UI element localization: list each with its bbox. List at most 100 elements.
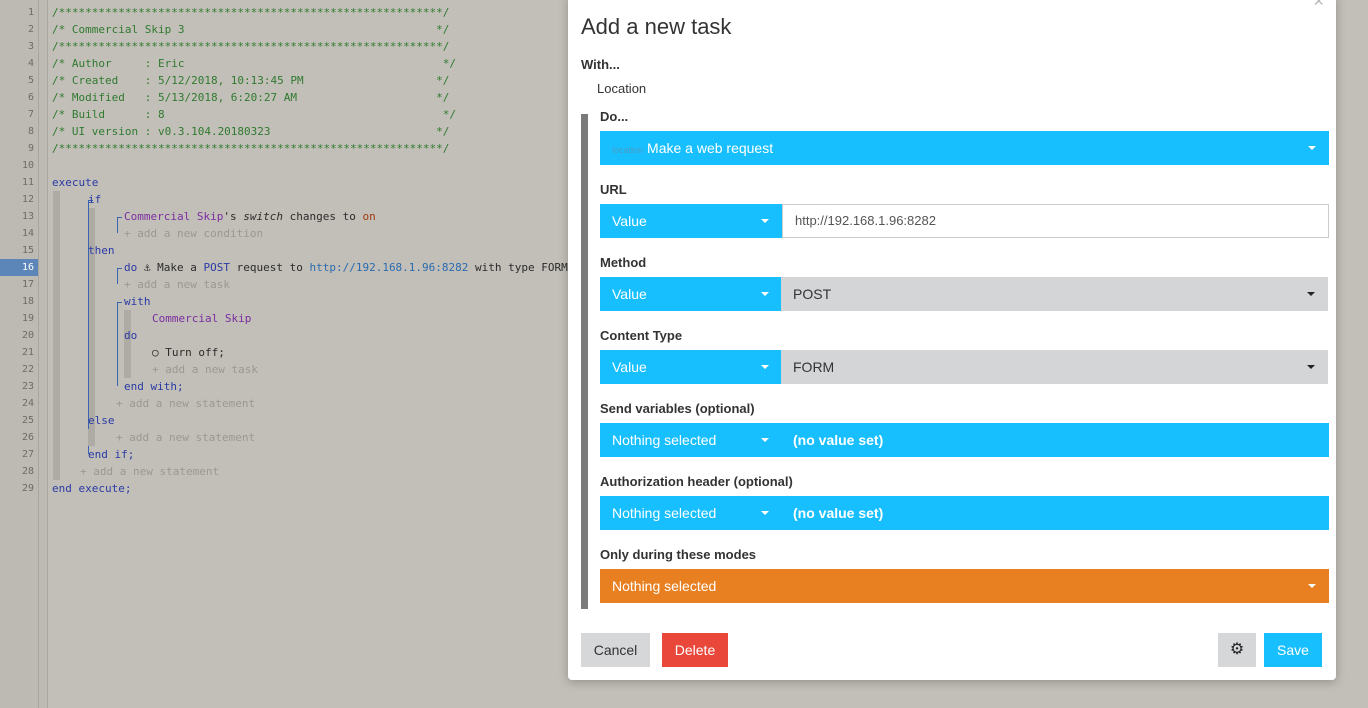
anchor-icon: ⚓ bbox=[143, 261, 151, 274]
add-condition-link[interactable]: + add a new condition bbox=[124, 225, 263, 242]
end-with-keyword: end with; bbox=[124, 380, 184, 393]
line-number: 15 bbox=[21, 245, 34, 256]
line-number: 3 bbox=[27, 41, 34, 52]
line-number: 27 bbox=[21, 449, 34, 460]
do-label: Do... bbox=[600, 109, 629, 124]
method-row: Value POST bbox=[600, 277, 1329, 311]
line-number: 28 bbox=[21, 466, 34, 477]
method-select[interactable]: POST bbox=[781, 277, 1328, 311]
line-number: 7 bbox=[27, 109, 34, 120]
method-type-select[interactable]: Value bbox=[600, 277, 781, 311]
end-if-keyword: end if; bbox=[88, 448, 135, 461]
line-number: 1 bbox=[27, 7, 34, 18]
auth-header-label: Authorization header (optional) bbox=[600, 474, 793, 489]
method-label: Method bbox=[600, 255, 647, 270]
url-input[interactable]: http://192.168.1.96:8282 bbox=[782, 204, 1329, 238]
send-variables-label: Send variables (optional) bbox=[600, 401, 755, 416]
line-number: 11 bbox=[21, 177, 34, 188]
add-statement-link[interactable]: + add a new statement bbox=[80, 463, 219, 480]
auth-header-select[interactable]: Nothing selected bbox=[600, 496, 781, 530]
power-icon: ○ bbox=[152, 346, 159, 359]
code-comment: /* Author : Eric */ bbox=[52, 57, 456, 70]
chevron-down-icon bbox=[761, 511, 769, 515]
if-keyword[interactable]: if bbox=[88, 191, 101, 208]
condition-line[interactable]: Commercial Skip's switch changes to on bbox=[124, 208, 376, 225]
chevron-down-icon bbox=[1308, 584, 1316, 588]
line-number: 9 bbox=[27, 143, 34, 154]
end-execute-keyword: end execute; bbox=[52, 482, 132, 495]
turn-off-task[interactable]: ○ Turn off; bbox=[152, 344, 225, 361]
line-number: 23 bbox=[21, 381, 34, 392]
content-type-label: Content Type bbox=[600, 328, 683, 343]
content-type-type-select[interactable]: Value bbox=[600, 350, 781, 384]
close-icon[interactable]: × bbox=[1313, 0, 1324, 10]
execute-keyword[interactable]: execute bbox=[52, 174, 98, 191]
with-keyword: with bbox=[124, 295, 151, 308]
with-device[interactable]: Commercial Skip bbox=[152, 310, 251, 327]
add-task-link[interactable]: + add a new task bbox=[152, 361, 258, 378]
chevron-down-icon bbox=[761, 438, 769, 442]
add-statement-link[interactable]: + add a new statement bbox=[116, 395, 255, 412]
with-label: With... bbox=[581, 57, 620, 72]
code-comment: /***************************************… bbox=[52, 142, 450, 155]
auth-header-value[interactable]: (no value set) bbox=[781, 496, 1329, 530]
delete-button[interactable]: Delete bbox=[662, 633, 728, 667]
line-number: 4 bbox=[27, 58, 34, 69]
save-button[interactable]: Save bbox=[1264, 633, 1322, 667]
chevron-down-icon bbox=[1308, 146, 1316, 150]
line-number: 20 bbox=[21, 330, 34, 341]
add-statement-link[interactable]: + add a new statement bbox=[116, 429, 255, 446]
chevron-down-icon bbox=[761, 292, 769, 296]
with-value: Location bbox=[597, 81, 647, 96]
code-comment: /***************************************… bbox=[52, 6, 450, 19]
line-number: 2 bbox=[27, 24, 34, 35]
line-number: 18 bbox=[21, 296, 34, 307]
content-type-row: Value FORM bbox=[600, 350, 1329, 384]
url-row: Value http://192.168.1.96:8282 bbox=[600, 204, 1329, 238]
line-number: 29 bbox=[21, 483, 34, 494]
line-number: 21 bbox=[21, 347, 34, 358]
line-number: 8 bbox=[27, 126, 34, 137]
code-comment: /* Created : 5/12/2018, 10:13:45 PM */ bbox=[52, 74, 450, 87]
modes-label: Only during these modes bbox=[600, 547, 757, 562]
do-select[interactable]: location Make a web request bbox=[600, 131, 1329, 165]
send-variables-select[interactable]: Nothing selected bbox=[600, 423, 781, 457]
line-number: 5 bbox=[27, 75, 34, 86]
code-comment: /* Modified : 5/13/2018, 6:20:27 AM */ bbox=[52, 91, 450, 104]
cancel-button[interactable]: Cancel bbox=[581, 633, 650, 667]
modes-select[interactable]: Nothing selected bbox=[600, 569, 1329, 603]
line-number: 19 bbox=[21, 313, 34, 324]
line-number: 6 bbox=[27, 92, 34, 103]
then-keyword: then bbox=[88, 244, 115, 257]
line-number: 14 bbox=[21, 228, 34, 239]
line-number: 13 bbox=[21, 211, 34, 222]
do-value: Make a web request bbox=[647, 140, 774, 156]
chevron-down-icon bbox=[1307, 292, 1315, 296]
code-comment: /* Commercial Skip 3 */ bbox=[52, 23, 450, 36]
url-type-select[interactable]: Value bbox=[600, 204, 782, 238]
code-comment: /* UI version : v0.3.104.20180323 */ bbox=[52, 125, 450, 138]
line-number: 12 bbox=[21, 194, 34, 205]
dialog-title: Add a new task bbox=[581, 14, 732, 39]
line-number: 17 bbox=[21, 279, 34, 290]
line-number: 26 bbox=[21, 432, 34, 443]
url-label: URL bbox=[600, 182, 627, 197]
gear-icon[interactable]: ⚙ bbox=[1218, 633, 1256, 667]
line-number: 22 bbox=[21, 364, 34, 375]
line-number: 25 bbox=[21, 415, 34, 426]
else-keyword: else bbox=[88, 414, 115, 427]
send-variables-row: Nothing selected (no value set) bbox=[600, 423, 1329, 457]
add-task-dialog: × Add a new task With... Location Do... … bbox=[568, 0, 1336, 680]
code-comment: /***************************************… bbox=[52, 40, 450, 53]
line-number: 10 bbox=[21, 160, 34, 171]
chevron-down-icon bbox=[761, 219, 769, 223]
content-type-select[interactable]: FORM bbox=[781, 350, 1328, 384]
auth-header-row: Nothing selected (no value set) bbox=[600, 496, 1329, 530]
code-comment: /* Build : 8 */ bbox=[52, 108, 456, 121]
do-keyword: do bbox=[124, 329, 138, 342]
line-number-active[interactable]: 16 bbox=[0, 259, 38, 276]
chevron-down-icon bbox=[761, 365, 769, 369]
add-task-link[interactable]: + add a new task bbox=[124, 276, 230, 293]
task-line[interactable]: do ⚓ Make a POST request to http://192.1… bbox=[124, 259, 568, 276]
send-variables-value[interactable]: (no value set) bbox=[781, 423, 1329, 457]
